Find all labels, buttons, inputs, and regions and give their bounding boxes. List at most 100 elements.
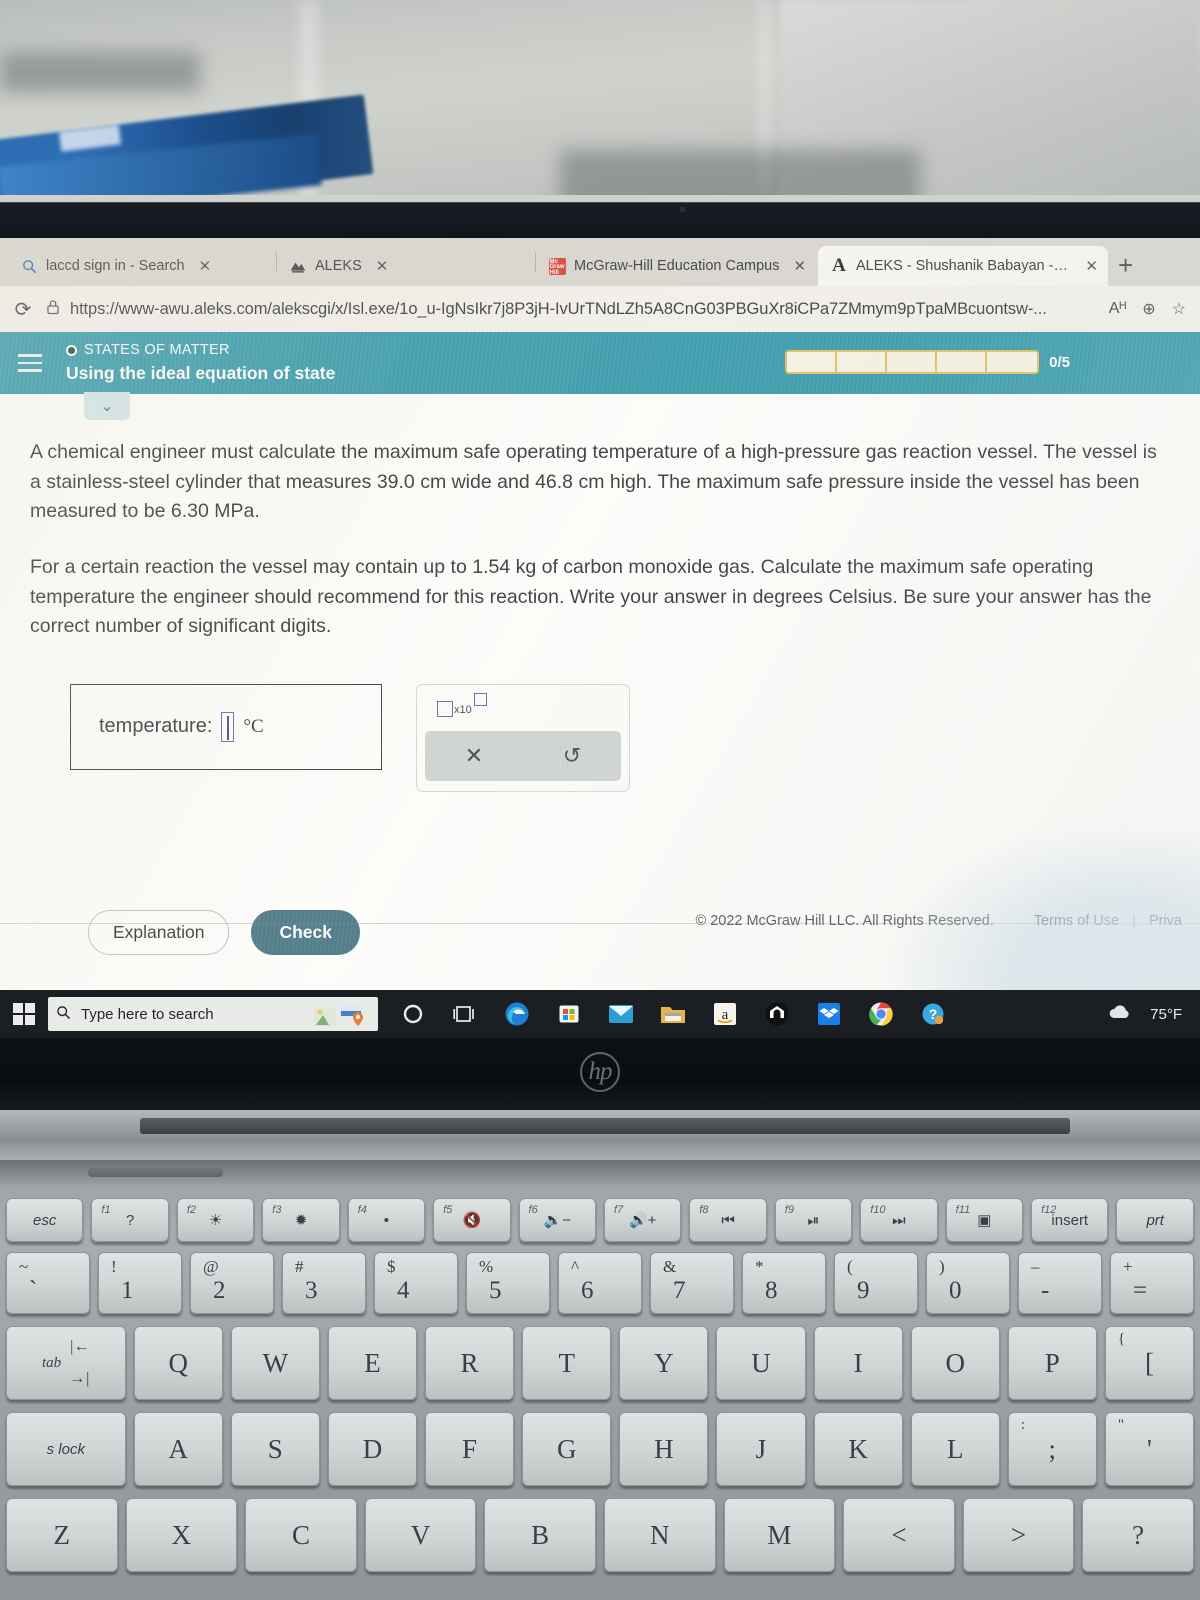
chrome-icon[interactable] xyxy=(868,1001,894,1027)
terms-of-use-link[interactable]: Terms of Use xyxy=(1034,913,1119,929)
key-?[interactable]: ? xyxy=(1082,1498,1194,1572)
key-🔊+[interactable]: f7 🔊+ xyxy=(603,1198,682,1242)
start-button[interactable] xyxy=(0,1003,48,1025)
favorite-icon[interactable]: ☆ xyxy=(1172,299,1186,319)
chevron-down-icon[interactable]: ⌄ xyxy=(84,392,130,420)
key-;[interactable]: :; xyxy=(1007,1412,1097,1486)
key-⏯[interactable]: f9 ⏯ xyxy=(774,1198,853,1242)
key-m[interactable]: M xyxy=(723,1498,836,1572)
key-3[interactable]: #3 xyxy=(282,1252,366,1314)
key-p[interactable]: P xyxy=(1007,1326,1097,1400)
amazon-icon[interactable]: a xyxy=(712,1001,738,1027)
key-8[interactable]: * 8 xyxy=(742,1252,826,1314)
microsoft-store-icon[interactable] xyxy=(556,1001,582,1027)
key-`[interactable]: ~ ` xyxy=(6,1252,90,1314)
clear-icon[interactable]: ✕ xyxy=(465,743,483,769)
key-l[interactable]: L xyxy=(910,1412,1000,1486)
key-✹[interactable]: f3 ✹ xyxy=(262,1198,340,1242)
browser-tab-1[interactable]: ALEKS ✕ xyxy=(277,246,535,286)
nest-icon[interactable] xyxy=(764,1001,790,1027)
key-7[interactable]: & 7 xyxy=(650,1252,734,1314)
page-title: Using the ideal equation of state xyxy=(66,363,336,383)
browser-tab-3[interactable]: A ALEKS - Shushanik Babayan - Le ✕ xyxy=(818,246,1108,286)
key-t[interactable]: T xyxy=(522,1326,612,1400)
zoom-icon[interactable]: ⊕ xyxy=(1142,299,1155,319)
temperature-input[interactable] xyxy=(221,711,235,742)
key-⏭[interactable]: f10 ⏭ xyxy=(860,1198,938,1242)
undo-icon[interactable]: ↺ xyxy=(563,743,581,769)
key-y[interactable]: Y xyxy=(619,1326,709,1400)
key-q[interactable]: Q xyxy=(133,1326,223,1400)
key-?[interactable]: f1? xyxy=(91,1198,169,1242)
key-tab[interactable]: tab |← →| xyxy=(6,1326,126,1400)
key-6[interactable]: ^ 6 xyxy=(558,1252,642,1314)
key-s-lock[interactable]: s lock xyxy=(6,1412,126,1486)
edge-icon[interactable] xyxy=(504,1001,530,1027)
task-view-icon[interactable] xyxy=(452,1001,478,1027)
tab-close-icon[interactable]: ✕ xyxy=(1085,257,1098,275)
key-b[interactable]: B xyxy=(484,1498,596,1572)
browser-tab-0[interactable]: laccd sign in - Search ✕ xyxy=(8,246,276,286)
key-h[interactable]: H xyxy=(619,1412,709,1486)
key-j[interactable]: J xyxy=(716,1412,806,1486)
key-0[interactable]: ) 0 xyxy=(926,1252,1010,1314)
key-i[interactable]: I xyxy=(813,1326,903,1400)
key-x[interactable]: X xyxy=(125,1498,238,1572)
answer-input-box[interactable]: temperature: °C xyxy=(70,683,382,770)
key-r[interactable]: R xyxy=(425,1326,515,1400)
key--[interactable]: – - xyxy=(1018,1252,1102,1314)
weather-icon[interactable] xyxy=(1108,1003,1134,1025)
new-tab-button[interactable]: + xyxy=(1118,250,1133,281)
file-explorer-icon[interactable] xyxy=(660,1001,686,1027)
cortana-icon[interactable] xyxy=(400,1001,426,1027)
key-o[interactable]: O xyxy=(910,1326,1000,1400)
key-•[interactable]: f4 • xyxy=(347,1198,426,1242)
key-v[interactable]: V xyxy=(364,1498,477,1572)
key-[[interactable]: {[ xyxy=(1104,1326,1194,1400)
key-prt[interactable]: prt xyxy=(1116,1198,1194,1242)
key-☀[interactable]: f2 ☀ xyxy=(176,1198,255,1242)
read-aloud-icon[interactable]: Aᴴ xyxy=(1109,300,1127,318)
search-input[interactable]: Type here to search xyxy=(48,997,378,1031)
key-1[interactable]: ! 1 xyxy=(98,1252,182,1314)
key-k[interactable]: K xyxy=(813,1412,903,1486)
help-icon[interactable]: ? xyxy=(920,1001,946,1027)
key-🔇[interactable]: f5 🔇 xyxy=(433,1198,511,1242)
browser-tab-2[interactable]: Mc Graw Hill McGraw-Hill Education Campus … xyxy=(536,246,818,286)
tab-close-icon[interactable]: ✕ xyxy=(199,257,212,275)
key-c[interactable]: C xyxy=(245,1498,357,1572)
key-9[interactable]: (9 xyxy=(834,1252,918,1314)
tab-close-icon[interactable]: ✕ xyxy=(793,257,806,275)
weather-temperature[interactable]: 75°F xyxy=(1150,1006,1182,1023)
key-f[interactable]: F xyxy=(425,1412,515,1486)
key-⏮[interactable]: f8 ⏮ xyxy=(689,1198,767,1242)
key-a[interactable]: A xyxy=(133,1412,223,1486)
key->[interactable]: > xyxy=(962,1498,1075,1572)
key-n[interactable]: N xyxy=(603,1498,716,1572)
key-<[interactable]: < xyxy=(843,1498,955,1572)
key-4[interactable]: $4 xyxy=(374,1252,458,1314)
key-z[interactable]: Z xyxy=(6,1498,118,1572)
key-w[interactable]: W xyxy=(230,1326,320,1400)
key-5[interactable]: % 5 xyxy=(466,1252,550,1314)
dropbox-icon[interactable] xyxy=(816,1001,842,1027)
reload-icon[interactable]: ⟳ xyxy=(10,297,36,322)
key-🔉−[interactable]: f6 🔉− xyxy=(518,1198,596,1242)
key-▣[interactable]: f11 ▣ xyxy=(945,1198,1024,1242)
hamburger-icon[interactable] xyxy=(8,354,52,372)
key-g[interactable]: G xyxy=(522,1412,612,1486)
scientific-notation-button[interactable]: x10 xyxy=(429,692,489,727)
key-d[interactable]: D xyxy=(327,1412,417,1486)
key-2[interactable]: @2 xyxy=(190,1252,274,1314)
key-e[interactable]: E xyxy=(327,1326,417,1400)
key-esc[interactable]: esc xyxy=(6,1198,84,1242)
url-text[interactable]: https://www-awu.aleks.com/alekscgi/x/Isl… xyxy=(70,300,1099,319)
key-s[interactable]: S xyxy=(230,1412,320,1486)
tab-close-icon[interactable]: ✕ xyxy=(376,257,389,275)
key-u[interactable]: U xyxy=(716,1326,806,1400)
key-'[interactable]: " ' xyxy=(1104,1412,1194,1486)
key-=[interactable]: + = xyxy=(1110,1252,1194,1314)
key-insert[interactable]: f12 insert xyxy=(1031,1198,1109,1242)
mail-icon[interactable] xyxy=(608,1001,634,1027)
privacy-link[interactable]: Priva xyxy=(1149,913,1182,929)
